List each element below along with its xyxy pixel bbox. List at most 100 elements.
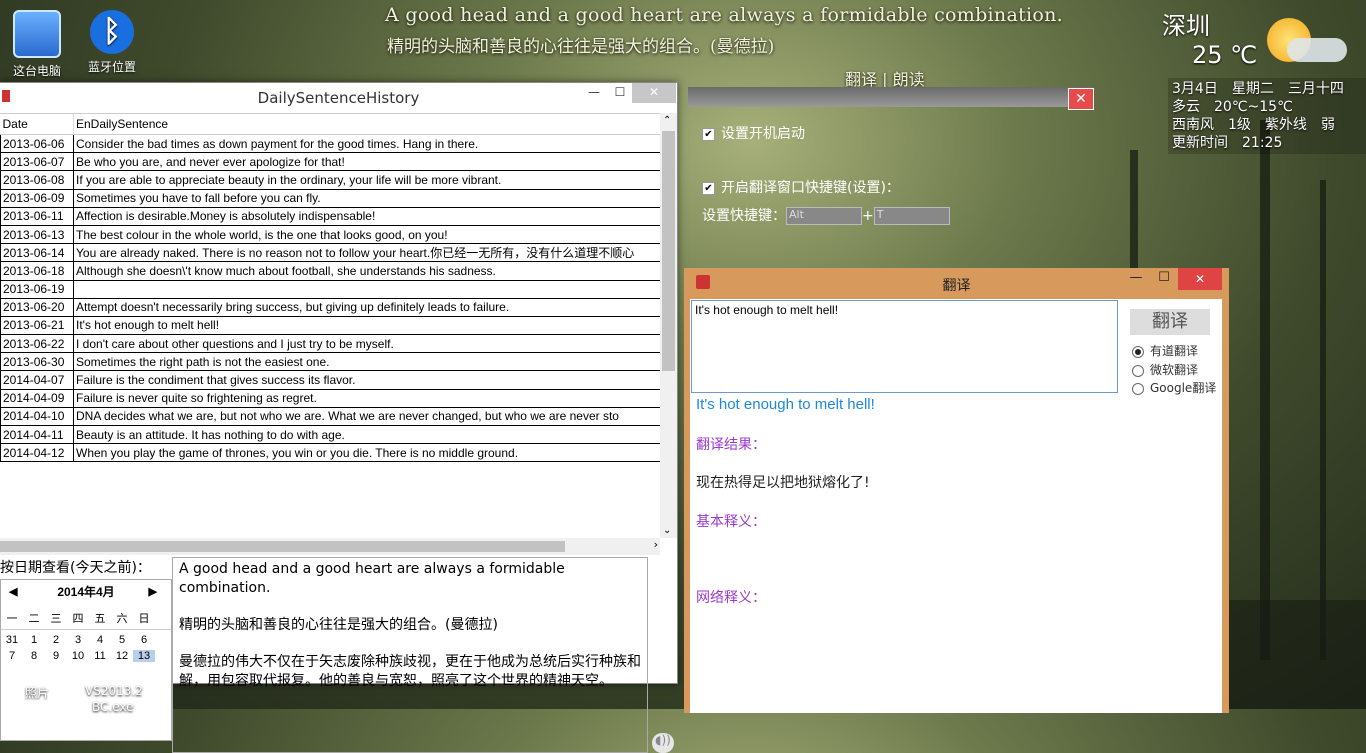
table-row[interactable]: 2013-06-21 It's hot enough to melt hell! xyxy=(0,315,660,336)
row-date[interactable]: 2013-06-18 xyxy=(0,261,74,281)
engine-radio-youdao[interactable]: 有道翻译 xyxy=(1132,342,1198,359)
row-sentence[interactable]: Sometimes the right path is not the easi… xyxy=(73,352,660,372)
row-date[interactable]: 2013-06-22 xyxy=(0,334,74,354)
calendar-day[interactable]: 4 xyxy=(89,634,111,646)
modifier-select[interactable]: Alt xyxy=(786,207,862,225)
radio-checked-icon[interactable] xyxy=(1132,345,1144,358)
table-row[interactable]: 2013-06-30 Sometimes the right path is no… xyxy=(0,352,660,372)
row-date[interactable]: 2013-06-07 xyxy=(0,152,74,172)
row-sentence[interactable]: Beauty is an attitude. It has nothing to… xyxy=(73,424,660,445)
table-row[interactable]: 2014-04-12 When you play the game of thro… xyxy=(0,443,660,463)
table-row[interactable]: 2014-04-11 Beauty is an attitude. It has … xyxy=(0,424,660,445)
radio-icon[interactable] xyxy=(1132,364,1144,377)
calendar-day[interactable]: 10 xyxy=(67,650,89,662)
row-sentence[interactable]: Failure is the condiment that gives succ… xyxy=(73,370,660,390)
row-date[interactable]: 2014-04-10 xyxy=(0,406,74,427)
calendar-day[interactable]: 3 xyxy=(67,634,89,646)
desktop-icon-bluetooth[interactable]: ᛒ 蓝牙位置 xyxy=(77,10,147,75)
table-row[interactable]: 2013-06-14 You are already naked. There i… xyxy=(0,243,660,263)
calendar-day[interactable]: 5 xyxy=(111,634,133,646)
row-sentence[interactable]: If you are able to appreciate beauty in … xyxy=(73,170,660,190)
calendar-day[interactable]: 12 xyxy=(111,650,133,662)
scrollbar-thumb[interactable] xyxy=(662,131,675,371)
calendar-prev-icon[interactable]: ◀ xyxy=(9,580,17,604)
calendar-day[interactable]: 9 xyxy=(45,650,67,662)
row-date[interactable]: 2013-06-11 xyxy=(0,206,74,226)
checkbox-checked-icon[interactable]: ✔ xyxy=(702,127,715,141)
row-date[interactable]: 2013-06-20 xyxy=(0,297,74,317)
settings-titlebar[interactable] xyxy=(688,87,1093,107)
row-sentence[interactable]: You are already naked. There is no reaso… xyxy=(73,243,660,263)
desktop-icon-photos[interactable]: 照片 xyxy=(25,684,49,701)
row-sentence[interactable]: Sometimes you have to fall before you ca… xyxy=(73,188,660,208)
table-row[interactable]: 2013-06-22 I don't care about other quest… xyxy=(0,334,660,354)
table-row[interactable]: 2013-06-11 Affection is desirable.Money i… xyxy=(0,206,660,226)
vertical-scrollbar[interactable]: ⌃ ⌄ xyxy=(660,113,677,538)
row-sentence[interactable]: When you play the game of thrones, you w… xyxy=(73,443,660,463)
table-row[interactable]: 2013-06-20 Attempt doesn't necessarily br… xyxy=(0,297,660,317)
row-date[interactable]: 2014-04-09 xyxy=(0,388,74,408)
translate-input[interactable]: It's hot enough to melt hell! xyxy=(691,300,1118,393)
hotkey-enable-checkbox[interactable]: ✔ 开启翻译窗口快捷键(设置)： xyxy=(702,177,900,197)
key-select[interactable]: T xyxy=(873,207,950,225)
row-sentence[interactable]: I don't care about other questions and I… xyxy=(73,334,660,354)
calendar-day[interactable]: 13 xyxy=(133,650,155,662)
row-sentence[interactable]: Be who you are, and never ever apologize… xyxy=(73,152,660,172)
checkbox-checked-icon[interactable]: ✔ xyxy=(702,181,715,195)
row-date[interactable]: 2013-06-08 xyxy=(0,170,74,190)
table-row[interactable]: 2013-06-18 Although she doesn\'t know muc… xyxy=(0,261,660,281)
scrollbar-thumb[interactable] xyxy=(0,541,565,552)
scroll-up-icon[interactable]: ⌃ xyxy=(663,115,671,126)
row-sentence[interactable]: Failure is never quite so frightening as… xyxy=(73,388,660,408)
desktop-icon-vs2013[interactable]: VS2013.2 xyxy=(85,684,143,698)
row-date[interactable]: 2013-06-19 xyxy=(0,279,74,299)
row-sentence[interactable]: Affection is desirable.Money is absolute… xyxy=(73,206,660,226)
row-date[interactable]: 2013-06-21 xyxy=(0,315,74,336)
table-row[interactable]: 2013-06-06 Consider the bad times as down… xyxy=(0,133,660,154)
table-row[interactable]: 2013-06-19 xyxy=(0,279,660,299)
calendar-day[interactable]: 6 xyxy=(133,634,155,646)
column-header-date[interactable]: Date xyxy=(0,114,74,135)
row-date[interactable]: 2013-06-13 xyxy=(0,224,74,245)
scroll-right-icon[interactable]: › xyxy=(654,538,658,551)
engine-radio-google[interactable]: Google翻译 xyxy=(1132,379,1216,396)
sentence-grid[interactable]: Date EnDailySentence 2013-06-06 Consider … xyxy=(0,113,660,539)
desktop-icon-this-pc[interactable]: 这台电脑 xyxy=(2,10,72,79)
calendar-day[interactable]: 7 xyxy=(1,650,23,662)
engine-radio-microsoft[interactable]: 微软翻译 xyxy=(1132,361,1198,378)
calendar-next-icon[interactable]: ▶ xyxy=(149,580,157,604)
table-row[interactable]: 2013-06-07 Be who you are, and never ever… xyxy=(0,152,660,172)
row-sentence[interactable]: The best colour in the whole world, is t… xyxy=(73,224,660,245)
horizontal-scrollbar[interactable]: › xyxy=(0,538,660,555)
history-titlebar[interactable]: DailySentenceHistory — ☐ ✕ xyxy=(0,83,677,111)
minimize-button[interactable]: — xyxy=(1122,270,1150,285)
scroll-down-icon[interactable]: ⌄ xyxy=(663,525,671,536)
row-sentence[interactable]: It's hot enough to melt hell! xyxy=(73,315,660,336)
row-sentence[interactable]: Attempt doesn't necessarily bring succes… xyxy=(73,297,660,317)
radio-icon[interactable] xyxy=(1132,382,1144,395)
calendar-day[interactable]: 31 xyxy=(1,634,23,646)
table-row[interactable]: 2014-04-09 Failure is never quite so frig… xyxy=(0,388,660,408)
table-row[interactable]: 2013-06-09 Sometimes you have to fall bef… xyxy=(0,188,660,208)
translate-titlebar[interactable]: 翻译 — ☐ ✕ xyxy=(684,268,1229,296)
row-sentence[interactable]: Consider the bad times as down payment f… xyxy=(73,133,660,154)
close-button[interactable]: ✕ xyxy=(1178,268,1222,290)
calendar-day[interactable]: 11 xyxy=(89,650,111,662)
row-date[interactable]: 2013-06-14 xyxy=(0,243,74,263)
row-date[interactable]: 2013-06-06 xyxy=(0,133,74,154)
row-date[interactable]: 2014-04-07 xyxy=(0,370,74,390)
row-date[interactable]: 2013-06-30 xyxy=(0,352,74,372)
desktop-icon-bc[interactable]: BC.exe xyxy=(92,700,134,714)
table-row[interactable]: 2014-04-10 DNA decides what we are, but n… xyxy=(0,406,660,427)
minimize-button[interactable]: — xyxy=(580,83,608,103)
maximize-button[interactable]: ☐ xyxy=(606,83,634,103)
speaker-icon[interactable]: ◖)) xyxy=(652,733,674,753)
row-date[interactable]: 2013-06-09 xyxy=(0,188,74,208)
row-date[interactable]: 2014-04-12 xyxy=(0,443,74,463)
table-row[interactable]: 2013-06-08 If you are able to appreciate … xyxy=(0,170,660,190)
table-row[interactable]: 2013-06-13 The best colour in the whole w… xyxy=(0,224,660,245)
row-date[interactable]: 2014-04-11 xyxy=(0,424,74,445)
calendar-day[interactable]: 8 xyxy=(23,650,45,662)
date-calendar[interactable]: ◀ 2014年4月 ▶ 一二三四五六日 31 1 2 3 4 5 6 7 8 9 10 11 12 13 xyxy=(0,579,172,741)
maximize-button[interactable]: ☐ xyxy=(1150,270,1178,285)
